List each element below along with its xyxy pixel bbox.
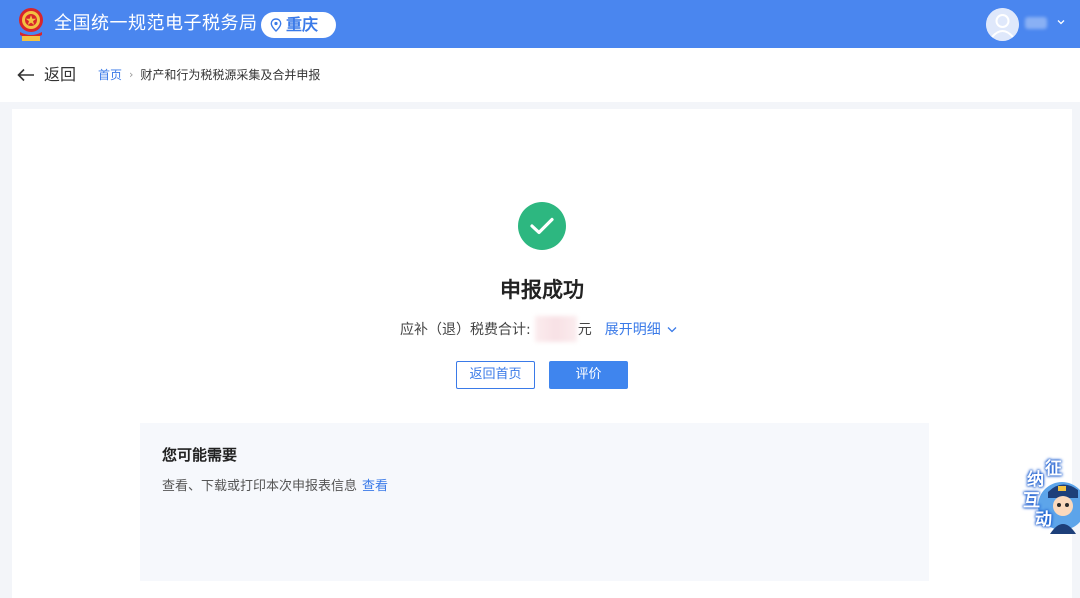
return-home-button[interactable]: 返回首页 [456, 361, 535, 389]
top-header: 全国统一规范电子税务局 重庆 [0, 0, 1080, 48]
assistant-char: 征 [1045, 459, 1062, 479]
breadcrumb: 首页 › 财产和行为税税源采集及合并申报 [98, 67, 320, 83]
breadcrumb-bar: 返回 首页 › 财产和行为税税源采集及合并申报 [0, 48, 1080, 102]
result-title: 申报成功 [500, 278, 584, 302]
tax-assistant-widget[interactable]: 征 纳 互 动 [1018, 458, 1080, 534]
app-title: 全国统一规范电子税务局 [54, 13, 258, 34]
rate-button[interactable]: 评价 [549, 361, 628, 389]
currency-unit: 元 [577, 322, 592, 338]
expand-details-link[interactable]: 展开明细 [605, 319, 677, 339]
assistant-char: 动 [1035, 510, 1052, 530]
location-pin-icon [270, 18, 282, 32]
tax-amount-redacted [534, 316, 577, 342]
user-avatar-icon[interactable] [986, 8, 1019, 41]
breadcrumb-current: 财产和行为税税源采集及合并申报 [140, 68, 321, 82]
breadcrumb-separator: › [129, 68, 134, 81]
suggestion-title: 您可能需要 [162, 446, 238, 464]
view-report-link[interactable]: 查看 [362, 478, 388, 496]
suggestion-text: 查看、下载或打印本次申报表信息 [162, 479, 358, 494]
arrow-left-icon [17, 68, 34, 82]
assistant-char: 互 [1023, 491, 1040, 511]
chevron-down-icon[interactable] [1056, 17, 1066, 27]
tax-summary: 应补（退）税费合计: 元 展开明细 [400, 316, 677, 342]
check-circle-icon [518, 202, 566, 250]
summary-label: 应补（退）税费合计: [400, 322, 531, 338]
back-button[interactable]: 返回 [17, 64, 76, 86]
region-selector[interactable]: 重庆 [261, 12, 336, 38]
assistant-char: 纳 [1027, 470, 1044, 490]
suggestion-panel: 您可能需要 查看、下载或打印本次申报表信息 查看 [140, 423, 929, 581]
tax-emblem-icon [19, 8, 43, 41]
user-name[interactable] [1025, 17, 1047, 29]
region-name: 重庆 [286, 15, 319, 34]
chevron-down-icon [667, 326, 677, 332]
expand-details-label: 展开明细 [604, 322, 661, 338]
breadcrumb-home-link[interactable]: 首页 [98, 67, 122, 83]
back-label: 返回 [44, 65, 77, 84]
result-card: 申报成功 应补（退）税费合计: 元 展开明细 返回首页 评价 您可能需要 查看、… [12, 109, 1072, 598]
